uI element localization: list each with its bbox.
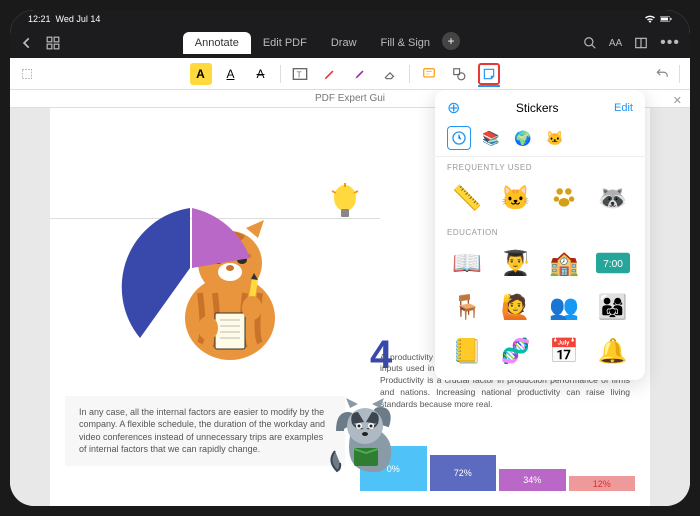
raccoon-sticker[interactable] <box>330 396 400 476</box>
bar-3: 34% <box>499 469 566 492</box>
bar-2: 72% <box>430 455 497 491</box>
category-education[interactable]: 📚 <box>479 126 503 150</box>
highlight-tool[interactable]: A <box>190 63 212 85</box>
battery-icon <box>660 15 672 23</box>
category-world[interactable]: 🌍 <box>511 126 535 150</box>
svg-text:T: T <box>296 70 301 79</box>
sticker-calendar[interactable]: 📅 <box>542 331 586 371</box>
back-icon[interactable] <box>20 36 34 50</box>
sticker-notebook[interactable]: 📒 <box>445 331 489 371</box>
sticker-clock[interactable]: 7:00 <box>591 243 635 283</box>
section-education: EDUCATION <box>435 222 645 239</box>
sticker-graduate[interactable]: 👨‍🎓 <box>494 243 538 283</box>
sticker-book-open[interactable]: 📖 <box>445 243 489 283</box>
category-recent[interactable] <box>447 126 471 150</box>
marker-tool[interactable] <box>349 63 371 85</box>
textbox-tool[interactable]: T <box>289 63 311 85</box>
document-canvas[interactable]: PDF Expert Gui ✕ <box>10 90 690 506</box>
more-icon[interactable]: ••• <box>660 34 680 52</box>
search-icon[interactable] <box>583 36 597 50</box>
sticker-dna[interactable]: 🧬 <box>494 331 538 371</box>
select-icon[interactable] <box>20 67 34 81</box>
textsize-icon[interactable]: AA <box>609 38 622 49</box>
close-document-icon[interactable]: ✕ <box>673 92 682 110</box>
edit-stickers-button[interactable]: Edit <box>614 102 633 114</box>
svg-text:7:00: 7:00 <box>603 259 623 270</box>
bulb-icon <box>330 183 360 223</box>
sticker-desk[interactable]: 🪑 <box>445 287 489 327</box>
tab-fill-sign[interactable]: Fill & Sign <box>369 32 443 54</box>
add-stickers-button[interactable]: ⊕ <box>447 98 460 118</box>
status-bar: 12:21 Wed Jul 14 <box>10 10 690 28</box>
bar-chart: 0% 72% 34% 12% <box>360 441 635 491</box>
sticker-raccoon[interactable]: 🦝 <box>591 178 635 218</box>
sticker-student[interactable]: 🙋 <box>494 287 538 327</box>
time: 12:21 <box>28 14 51 24</box>
bar-4: 12% <box>569 476 636 491</box>
shape-tool[interactable] <box>448 63 470 85</box>
sticker-bell[interactable]: 🔔 <box>591 331 635 371</box>
eraser-tool[interactable] <box>379 63 401 85</box>
tab-annotate[interactable]: Annotate <box>183 32 251 54</box>
date: Wed Jul 14 <box>56 14 101 24</box>
undo-icon[interactable] <box>655 67 669 81</box>
pen-tool[interactable] <box>319 63 341 85</box>
document-title: PDF Expert Gui <box>315 93 385 104</box>
sticker-family[interactable]: 👨‍👩‍👧 <box>591 287 635 327</box>
tab-edit-pdf[interactable]: Edit PDF <box>251 32 319 54</box>
sticker-paw[interactable] <box>542 178 586 218</box>
sticker-school[interactable]: 🏫 <box>542 243 586 283</box>
grid-icon[interactable] <box>46 36 60 50</box>
underline-tool[interactable]: A <box>220 63 242 85</box>
note-tool[interactable] <box>418 63 440 85</box>
top-bar: Annotate Edit PDF Draw Fill & Sign + AA … <box>10 28 690 58</box>
category-cat[interactable]: 🐱 <box>543 126 567 150</box>
add-tab-button[interactable]: + <box>442 32 460 50</box>
sticker-crowd[interactable]: 👥 <box>542 287 586 327</box>
sticker-ruler[interactable]: 📏 <box>445 178 489 218</box>
text-box: In any case, all the internal factors ar… <box>65 396 345 466</box>
section-frequent: FREQUENTLY USED <box>435 157 645 174</box>
wifi-icon <box>644 15 656 23</box>
sticker-cat-writing[interactable]: 🐱 <box>494 178 538 218</box>
sticker-tool[interactable] <box>478 63 500 85</box>
stickers-panel: ⊕ Stickers Edit 📚 🌍 🐱 FREQUENTLY USED 📏 … <box>435 90 645 380</box>
annotate-toolbar: A A A T <box>10 58 690 90</box>
book-icon[interactable] <box>634 36 648 50</box>
tab-draw[interactable]: Draw <box>319 32 369 54</box>
strike-tool[interactable]: A <box>250 63 272 85</box>
cat-sticker[interactable] <box>160 208 360 388</box>
stickers-title: Stickers <box>516 101 559 115</box>
